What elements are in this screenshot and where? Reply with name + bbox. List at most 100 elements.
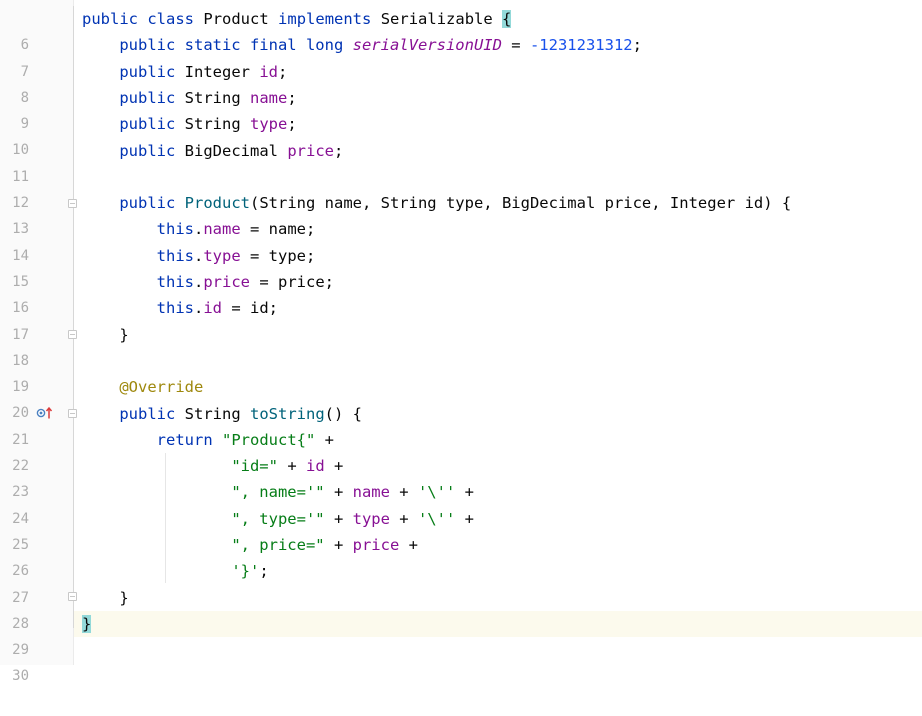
field-name: price <box>352 536 400 554</box>
class-name: Product <box>203 10 269 28</box>
code-line[interactable]: 18 } <box>0 322 922 369</box>
semicolon: ; <box>334 141 344 160</box>
parameter-list: (String name, String type, BigDecimal pr… <box>250 194 792 213</box>
string-literal: "Product{" <box>222 430 316 449</box>
semicolon: ; <box>287 115 297 134</box>
line-number-row: 29 <box>0 611 73 658</box>
string-literal: "id=" <box>231 457 278 476</box>
field-name: type <box>250 115 288 134</box>
field-name: name <box>250 88 288 107</box>
code-line[interactable]: 9 public String name; <box>0 85 922 132</box>
keyword: this <box>156 299 194 318</box>
type-name: BigDecimal <box>184 141 278 160</box>
matched-brace: { <box>502 10 512 28</box>
code-line[interactable]: 22 return "Product{" + <box>0 427 922 474</box>
type-name: String <box>184 404 241 423</box>
code-line[interactable]: 7 public static final long serialVersion… <box>0 32 922 79</box>
matched-brace: } <box>82 614 92 633</box>
line-number: 30 <box>12 668 29 685</box>
field-name: name <box>203 220 241 239</box>
code-line[interactable]: 15 this.type = type; <box>0 243 922 290</box>
code-line[interactable]: 12 <box>0 164 922 211</box>
field-name: id <box>203 299 222 318</box>
code-line[interactable]: 25 ", type='" + type + '\'' + <box>0 506 922 553</box>
field-name: price <box>287 141 335 160</box>
code-line[interactable]: 13 public Product(String name, String ty… <box>0 190 922 237</box>
keyword: public <box>119 194 176 213</box>
char-literal: '\'' <box>417 509 456 528</box>
method-signature-rest: () { <box>324 404 362 423</box>
operator: + <box>455 509 474 528</box>
code-editor[interactable]: 6 public class Product implements Serial… <box>0 0 922 684</box>
field-name: id <box>259 62 279 81</box>
constructor-name: Product <box>184 194 250 213</box>
string-literal: ", type='" <box>231 509 325 528</box>
field-name: type <box>352 509 390 528</box>
operator: + <box>315 430 334 449</box>
operator: + <box>399 536 418 554</box>
keyword: public static final long <box>119 36 344 55</box>
type-name: Integer <box>184 62 250 81</box>
method-name: toString <box>250 404 325 423</box>
field-name: type <box>203 246 241 265</box>
keyword: this <box>156 220 194 239</box>
keyword: public <box>119 141 176 160</box>
code-line[interactable]: 6 public class Product implements Serial… <box>0 6 922 53</box>
field-name: name <box>352 483 390 502</box>
keyword: class <box>147 10 195 28</box>
operator: + <box>455 483 474 502</box>
code-line[interactable]: 20 @Override <box>0 374 922 421</box>
operator: = <box>501 36 530 55</box>
code-line[interactable]: 30 <box>0 637 922 684</box>
operator: + <box>324 483 353 502</box>
keyword: public <box>119 62 176 81</box>
type-name: String <box>184 88 241 107</box>
keyword: public <box>119 88 176 107</box>
current-line[interactable]: } <box>74 610 922 638</box>
code-line[interactable]: 19 <box>0 348 922 395</box>
code-line[interactable]: 16 this.price = price; <box>0 269 922 316</box>
semicolon: ; <box>278 62 288 81</box>
char-literal: '\'' <box>417 483 456 502</box>
assignment: = name; <box>240 220 316 239</box>
assignment: = id; <box>222 299 278 318</box>
assignment: = price; <box>250 273 334 291</box>
keyword: public <box>119 404 176 423</box>
code-line[interactable]: 21 public String toString() { <box>0 401 922 448</box>
field-name: price <box>203 273 250 291</box>
code-line[interactable]: 24 ", name='" + name + '\'' + <box>0 479 922 526</box>
semicolon: ; <box>259 562 269 581</box>
field-name: id <box>305 457 325 476</box>
code-line[interactable]: 23 "id=" + id + <box>0 453 922 500</box>
type-name: String <box>184 115 241 134</box>
code-line[interactable]: 27 '}'; <box>0 558 922 605</box>
operator: + <box>324 536 353 554</box>
code-line[interactable]: 26 ", price=" + price + <box>0 532 922 579</box>
operator: + <box>324 457 344 476</box>
keyword: implements <box>278 10 372 28</box>
keyword: public <box>119 115 176 134</box>
char-literal: '}' <box>231 562 260 581</box>
code-line[interactable]: 28 } <box>0 585 922 632</box>
string-literal: ", price=" <box>231 536 325 554</box>
operator: + <box>324 509 353 528</box>
code-line[interactable]: 10 public String type; <box>0 111 922 158</box>
closing-brace: } <box>119 588 129 607</box>
operator: + <box>277 457 306 476</box>
string-literal: ", name='" <box>231 483 325 502</box>
annotation: @Override <box>119 378 204 397</box>
code-line[interactable]: 11 public BigDecimal price; <box>0 138 922 185</box>
code-line[interactable]: 8 public Integer id; <box>0 59 922 106</box>
static-field: serialVersionUID <box>352 36 502 55</box>
keyword: public <box>82 10 138 28</box>
keyword: this <box>156 273 194 291</box>
code-line[interactable]: 17 this.id = id; <box>0 295 922 342</box>
code-line[interactable]: 14 this.name = name; <box>0 216 922 263</box>
semicolon: ; <box>287 88 297 107</box>
assignment: = type; <box>240 246 316 265</box>
operator: + <box>389 509 418 528</box>
interface-name: Serializable <box>380 10 493 28</box>
closing-brace: } <box>119 325 129 344</box>
semicolon: ; <box>632 36 642 55</box>
keyword: return <box>156 430 213 449</box>
